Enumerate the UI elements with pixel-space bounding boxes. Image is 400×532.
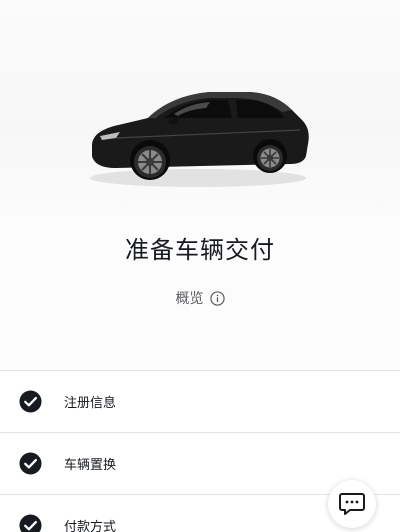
delivery-prep-page: 准备车辆交付 概览 注册信息 车辆置换 付款方式 <box>0 0 400 532</box>
car-image <box>90 92 309 187</box>
overview-label: 概览 <box>175 291 204 307</box>
check-circle-icon <box>19 514 42 532</box>
check-circle-icon <box>19 390 42 413</box>
chat-bubble-icon <box>339 493 365 515</box>
step-label: 注册信息 <box>64 396 117 411</box>
step-label: 付款方式 <box>64 520 117 532</box>
step-item-registration[interactable]: 注册信息 <box>0 370 400 432</box>
check-circle-icon <box>19 452 42 475</box>
hero-section <box>0 0 400 215</box>
overview-link[interactable]: 概览 <box>0 288 400 308</box>
step-label: 车辆置换 <box>64 458 117 473</box>
info-circle-icon[interactable] <box>209 290 225 306</box>
page-title: 准备车辆交付 <box>125 236 275 264</box>
chat-button[interactable] <box>328 480 376 528</box>
